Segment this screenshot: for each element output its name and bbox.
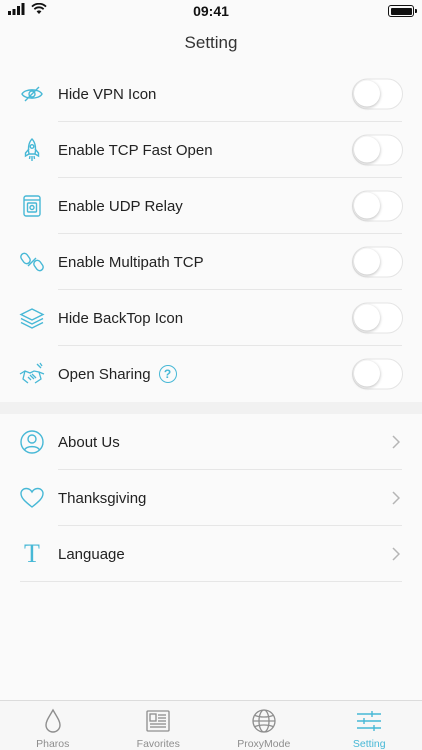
tab-favorites[interactable]: Favorites xyxy=(106,701,212,750)
status-time: 09:41 xyxy=(193,3,229,19)
tab-proxymode[interactable]: ProxyMode xyxy=(211,701,317,750)
tab-label: Setting xyxy=(352,738,386,750)
setting-label: Language xyxy=(58,545,125,563)
setting-row-multipath-tcp: Enable Multipath TCP xyxy=(0,234,422,290)
divider xyxy=(20,581,402,582)
tab-pharos[interactable]: Pharos xyxy=(0,701,106,750)
tcp-fast-open-switch[interactable] xyxy=(352,134,403,166)
setting-row-tcp-fast-open: Enable TCP Fast Open xyxy=(0,122,422,178)
switch-knob xyxy=(354,304,380,331)
setting-row-language[interactable]: T Language xyxy=(0,526,422,582)
tab-bar: Pharos Favorites ProxyMode Setting xyxy=(0,700,422,750)
letter-t-glyph: T xyxy=(24,539,40,568)
switch-knob xyxy=(354,80,380,107)
setting-label: Enable TCP Fast Open xyxy=(58,141,213,159)
setting-row-hide-vpn-icon: Hide VPN Icon xyxy=(0,66,422,122)
setting-row-hide-backtop-icon: Hide BackTop Icon xyxy=(0,290,422,346)
setting-label: Hide VPN Icon xyxy=(58,85,157,103)
section-separator xyxy=(0,402,422,414)
switch-knob xyxy=(354,248,380,275)
page-title: Setting xyxy=(184,33,238,52)
setting-label-open-sharing: Open Sharing ? xyxy=(58,365,177,383)
setting-label: Thanksgiving xyxy=(58,489,147,507)
chevron-right-icon xyxy=(392,435,400,449)
battery-icon xyxy=(388,5,417,17)
multipath-tcp-switch[interactable] xyxy=(352,246,403,278)
document-icon xyxy=(144,707,172,735)
switch-knob xyxy=(354,360,380,387)
switch-knob xyxy=(354,192,380,219)
setting-row-udp-relay: Enable UDP Relay xyxy=(0,178,422,234)
help-icon[interactable]: ? xyxy=(158,365,177,383)
udp-relay-switch[interactable] xyxy=(352,190,403,222)
eye-slash-icon xyxy=(19,81,45,107)
toggle-settings-group: Hide VPN Icon Enable TCP Fast Open Enabl… xyxy=(0,66,422,402)
rocket-icon xyxy=(19,137,45,163)
hide-vpn-icon-switch[interactable] xyxy=(352,78,403,110)
tab-label: ProxyMode xyxy=(237,738,291,750)
setting-label: About Us xyxy=(58,433,120,451)
screen: 09:41 Setting Hide VPN Icon Enable TCP F… xyxy=(0,0,422,750)
setting-row-thanksgiving[interactable]: Thanksgiving xyxy=(0,470,422,526)
setting-label: Enable Multipath TCP xyxy=(58,253,204,271)
drop-icon xyxy=(39,707,67,735)
switch-knob xyxy=(354,136,380,163)
sliders-icon xyxy=(355,707,383,735)
open-sharing-switch[interactable] xyxy=(352,358,403,390)
setting-label: Open Sharing xyxy=(58,365,151,383)
chevron-right-icon xyxy=(392,547,400,561)
status-bar: 09:41 xyxy=(0,0,422,22)
tab-label: Favorites xyxy=(136,738,180,750)
link-settings-group: About Us Thanksgiving T Language xyxy=(0,414,422,582)
tab-label: Pharos xyxy=(36,738,70,750)
setting-label: Enable UDP Relay xyxy=(58,197,183,215)
tab-setting[interactable]: Setting xyxy=(317,701,422,750)
setting-label: Hide BackTop Icon xyxy=(58,309,184,327)
handshake-icon xyxy=(19,361,45,387)
heart-icon xyxy=(19,485,45,511)
device-icon xyxy=(19,193,45,219)
layers-icon xyxy=(19,305,45,331)
link-icon xyxy=(19,249,45,275)
chevron-right-icon xyxy=(392,491,400,505)
setting-row-about-us[interactable]: About Us xyxy=(0,414,422,470)
hide-backtop-icon-switch[interactable] xyxy=(352,302,403,334)
setting-row-open-sharing: Open Sharing ? xyxy=(0,346,422,402)
globe-icon xyxy=(250,707,278,735)
letter-t-icon: T xyxy=(19,541,45,567)
person-icon xyxy=(19,429,45,455)
